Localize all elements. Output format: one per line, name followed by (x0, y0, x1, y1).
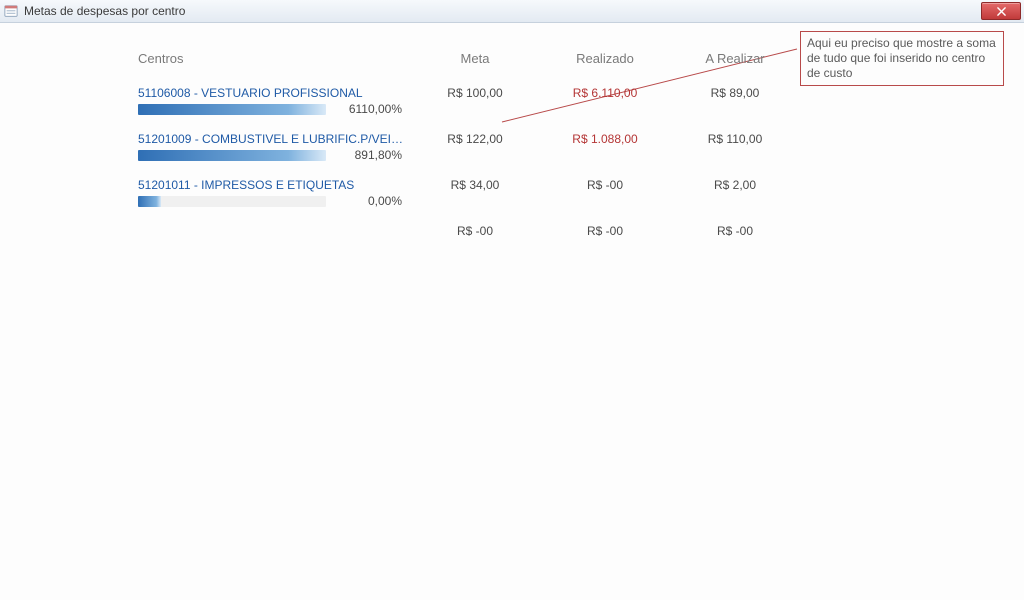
annotation-box: Aqui eu preciso que mostre a soma de tud… (800, 31, 1004, 86)
progress-track (138, 104, 326, 115)
progress-pct: 891,80% (332, 148, 402, 162)
col-header-centros: Centros (130, 51, 410, 84)
title-bar: Metas de despesas por centro (0, 0, 1024, 23)
form-icon (4, 4, 18, 18)
cell-arealizar: R$ 89,00 (670, 84, 800, 102)
row-name: 51106008 - VESTUARIO PROFISSIONAL (130, 84, 410, 102)
cell-meta: R$ 34,00 (410, 176, 540, 194)
close-button[interactable] (981, 2, 1021, 20)
progress-wrap: 891,80% (130, 148, 410, 176)
progress-fill (138, 196, 161, 207)
cell-meta: R$ 100,00 (410, 84, 540, 102)
cell-arealizar: R$ 110,00 (670, 130, 800, 148)
row-name: 51201009 - COMBUSTIVEL E LUBRIFIC.P/VEIC… (130, 130, 410, 148)
progress-track (138, 196, 326, 207)
progress-fill (138, 150, 326, 161)
col-header-meta: Meta (410, 51, 540, 84)
total-meta: R$ -00 (410, 222, 540, 240)
row-name: 51201011 - IMPRESSOS E ETIQUETAS (130, 176, 410, 194)
cell-realizado: R$ -00 (540, 176, 670, 194)
progress-pct: 6110,00% (332, 102, 402, 116)
annotation-text: Aqui eu preciso que mostre a soma de tud… (807, 36, 996, 80)
col-header-realizado: Realizado (540, 51, 670, 84)
progress-wrap: 0,00% (130, 194, 410, 222)
progress-track (138, 150, 326, 161)
cell-arealizar: R$ 2,00 (670, 176, 800, 194)
cell-realizado: R$ 6.110,00 (540, 84, 670, 102)
report-body: Aqui eu preciso que mostre a soma de tud… (0, 23, 1024, 600)
progress-wrap: 6110,00% (130, 102, 410, 130)
col-header-arealizar: A Realizar (670, 51, 800, 84)
progress-pct: 0,00% (332, 194, 402, 208)
cell-meta: R$ 122,00 (410, 130, 540, 148)
window-title: Metas de despesas por centro (24, 4, 185, 18)
total-arealizar: R$ -00 (670, 222, 800, 240)
report-grid: Centros Meta Realizado A Realizar 511060… (130, 51, 830, 240)
cell-realizado: R$ 1.088,00 (540, 130, 670, 148)
total-realizado: R$ -00 (540, 222, 670, 240)
app-window: Metas de despesas por centro Aqui eu pre… (0, 0, 1024, 600)
progress-fill (138, 104, 326, 115)
